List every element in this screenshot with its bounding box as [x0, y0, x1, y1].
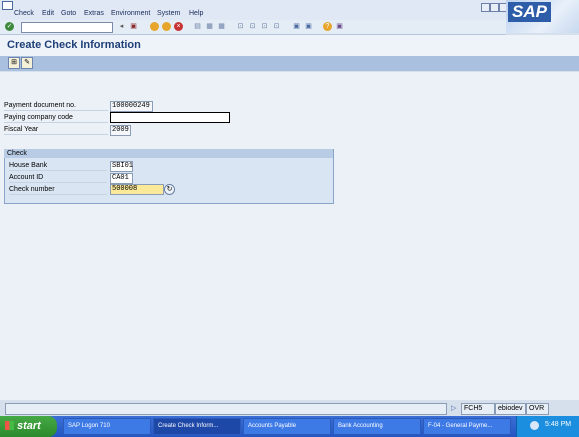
transaction-code: FCH5 [461, 403, 495, 415]
sap-logo: SAP [508, 2, 551, 22]
menu-goto[interactable]: Goto [61, 10, 76, 17]
windows-logo-icon [5, 421, 14, 430]
taskbar-general-payment[interactable]: F-04 - General Payme... [423, 418, 511, 435]
status-toggle-icon[interactable]: ▷ [451, 404, 456, 412]
account-id-field[interactable]: CA01 [110, 173, 133, 184]
paying-company-label: Paying company code [4, 113, 108, 123]
check-group-header [4, 149, 333, 158]
previous-page-icon[interactable]: ⊡ [248, 22, 257, 31]
enter-check-icon[interactable]: ✓ [5, 22, 14, 31]
check-group-title: Check [7, 150, 27, 157]
clock: 5:48 PM [545, 421, 572, 428]
house-bank-label: House Bank [9, 161, 107, 171]
application-toolbar [0, 56, 579, 71]
house-bank-field[interactable]: SBI01 [110, 161, 133, 172]
maximize-button[interactable] [490, 3, 499, 12]
help-icon[interactable]: ? [323, 22, 332, 31]
command-field[interactable] [21, 22, 113, 33]
paying-company-field[interactable] [110, 112, 230, 123]
insert-mode: OVR [526, 403, 549, 415]
overview-icon[interactable]: ⊞ [8, 57, 20, 69]
save-icon[interactable]: ▣ [129, 22, 138, 31]
language-bar-icon[interactable] [530, 421, 539, 430]
taskbar-accounts-payable[interactable]: Accounts Payable [243, 418, 331, 435]
next-page-icon[interactable]: ⊡ [260, 22, 269, 31]
minimize-button[interactable] [481, 3, 490, 12]
menu-system[interactable]: System [157, 10, 180, 17]
check-number-field[interactable]: 500008 [110, 184, 164, 195]
menu-edit[interactable]: Edit [42, 10, 54, 17]
taskbar-sap-logon[interactable]: SAP Logon 710 [63, 418, 151, 435]
fiscal-year-field[interactable]: 2009 [110, 125, 131, 136]
first-page-icon[interactable]: ⊡ [236, 22, 245, 31]
menu-help[interactable]: Help [189, 10, 203, 17]
start-label: start [17, 420, 41, 432]
shortcut-icon[interactable]: ▣ [304, 22, 313, 31]
payment-document-label: Payment document no. [4, 101, 108, 111]
menu-check[interactable]: Check [14, 10, 34, 17]
layout-menu-icon[interactable]: ▣ [335, 22, 344, 31]
new-session-icon[interactable]: ▣ [292, 22, 301, 31]
fiscal-year-label: Fiscal Year [4, 125, 108, 135]
taskbar-bank-accounting[interactable]: Bank Accounting [333, 418, 421, 435]
cancel-icon[interactable]: × [174, 22, 183, 31]
command-arrow-icon[interactable]: ◂ [117, 22, 126, 31]
sap-window-icon[interactable] [2, 1, 13, 10]
start-button[interactable]: start [0, 416, 57, 437]
find-icon[interactable]: ▦ [205, 22, 214, 31]
payment-document-field[interactable]: 100000249 [110, 101, 153, 112]
server-name: ebiodev [495, 403, 526, 415]
status-message-area [5, 403, 447, 415]
menu-environment[interactable]: Environment [111, 10, 150, 17]
last-page-icon[interactable]: ⊡ [272, 22, 281, 31]
print-icon[interactable]: ▤ [193, 22, 202, 31]
edit-pencil-icon[interactable]: ✎ [21, 57, 33, 69]
page-title: Create Check Information [7, 39, 141, 51]
check-lot-icon[interactable]: ↻ [164, 184, 175, 195]
check-number-label: Check number [9, 185, 107, 195]
taskbar-create-check[interactable]: Create Check Inform... [153, 418, 241, 435]
exit-icon[interactable] [162, 22, 171, 31]
find-next-icon[interactable]: ▦ [217, 22, 226, 31]
menu-extras[interactable]: Extras [84, 10, 104, 17]
back-icon[interactable] [150, 22, 159, 31]
account-id-label: Account ID [9, 173, 107, 183]
